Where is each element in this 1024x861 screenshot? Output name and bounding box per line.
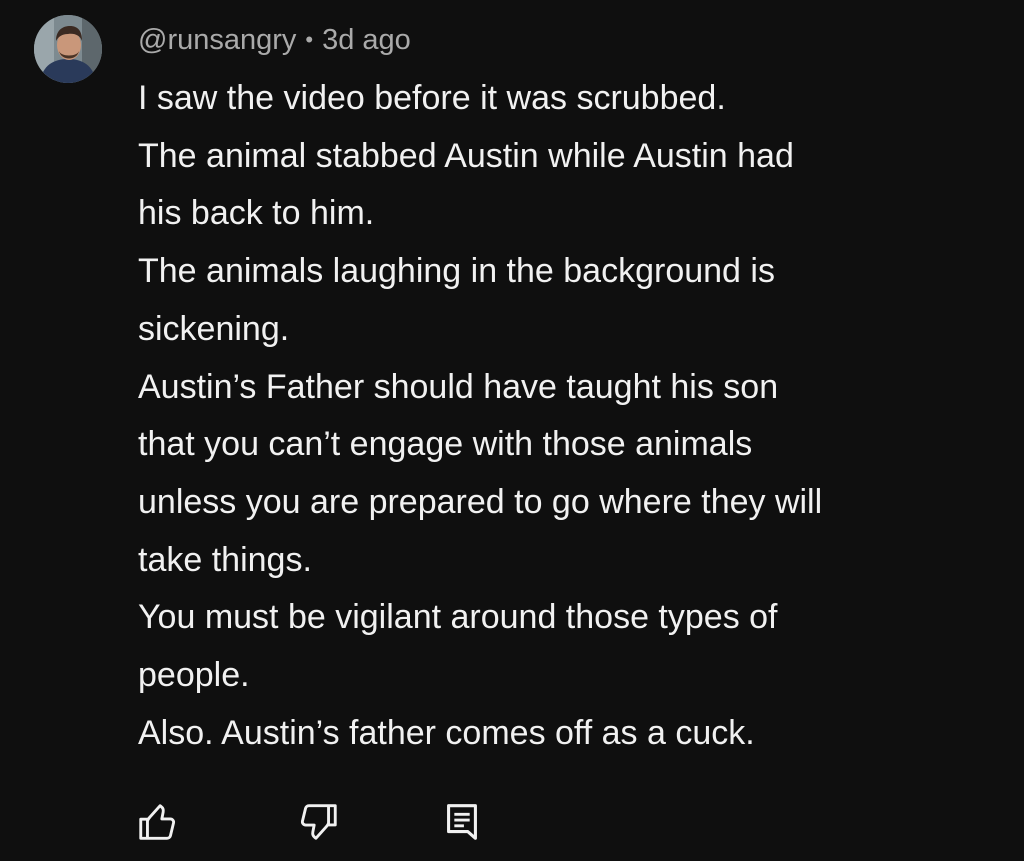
comment-line: The animals laughing in the background i… (138, 252, 775, 291)
thumbs-up-icon (139, 804, 176, 840)
meta-separator: • (305, 27, 314, 52)
reply-comment-icon (447, 804, 477, 840)
avatar[interactable] (34, 15, 102, 83)
avatar-photo (34, 15, 102, 83)
comment-line: unless you are prepared to go where they… (138, 482, 823, 521)
comment-line: The animal stabbed Austin while Austin h… (138, 136, 794, 175)
comment-line: people. (138, 656, 250, 695)
comment-thread-item: @runsangry • 3d ago I saw the video befo… (0, 0, 1024, 861)
comment-timestamp[interactable]: 3d ago (322, 24, 411, 57)
comment-line: his back to him. (138, 194, 375, 233)
comment-line: take things. (138, 540, 312, 579)
author-name[interactable]: @runsangry (138, 24, 296, 57)
comment-line: Also. Austin’s father comes off as a cuc… (138, 713, 755, 752)
dislike-button[interactable] (292, 796, 344, 848)
comment-line: You must be vigilant around those types … (138, 598, 778, 637)
comment-line: I saw the video before it was scrubbed. (138, 79, 726, 117)
comment-line: that you can’t engage with those animals (138, 425, 753, 464)
comment-line: sickening. (138, 309, 290, 348)
comment-meta: @runsangry • 3d ago (138, 22, 411, 58)
thumbs-down-icon (300, 804, 337, 840)
comment-text: I saw the video before it was scrubbed. … (138, 70, 998, 762)
like-button[interactable] (132, 796, 184, 848)
comment-line: Austin’s Father should have taught his s… (138, 367, 779, 406)
reply-button[interactable] (436, 796, 488, 848)
